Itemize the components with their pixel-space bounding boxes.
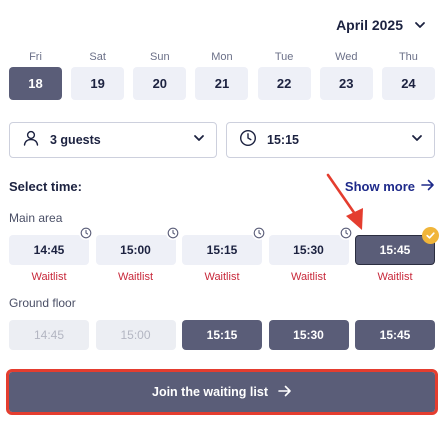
time-value: 15:15 [267, 133, 299, 147]
chevron-down-icon [410, 131, 424, 150]
slot-button-ground-1545[interactable]: 15:45 [355, 320, 435, 350]
day-button-22[interactable]: 22 [257, 67, 311, 100]
slot-time: 14:45 [33, 243, 65, 257]
booking-selectors: 3 guests 15:15 [9, 122, 435, 158]
chevron-down-icon [192, 131, 206, 150]
time-slot: 15:00 [95, 320, 176, 350]
slot-time: 15:00 [120, 243, 151, 257]
clock-icon [252, 226, 266, 240]
slot-button-main-1445[interactable]: 14:45 [9, 226, 93, 265]
time-slot: 15:15 Waitlist [182, 226, 266, 283]
slot-button-main-1515[interactable]: 15:15 [182, 226, 266, 265]
month-label: April 2025 [336, 17, 403, 33]
day-button-20[interactable]: 20 [133, 67, 187, 100]
day-name: Thu [398, 51, 418, 63]
select-time-title: Select time: [9, 179, 82, 194]
day-button-23[interactable]: 23 [319, 67, 373, 100]
ground-floor-label: Ground floor [9, 296, 76, 310]
waitlist-note: Waitlist [204, 271, 240, 283]
month-selector[interactable]: April 2025 [336, 17, 427, 33]
waitlist-note: Waitlist [377, 271, 413, 283]
time-slot: 14:45 [9, 320, 89, 350]
day-name: Sat [89, 51, 106, 63]
person-icon [22, 129, 40, 152]
time-slot: 15:15 [182, 320, 262, 350]
join-waiting-list-button[interactable]: Join the waiting list [6, 369, 438, 415]
day-column: Sun 20 [133, 50, 187, 100]
slot-time: 15:30 [293, 243, 324, 257]
time-slot: 15:00 Waitlist [95, 226, 180, 283]
day-name: Fri [29, 51, 42, 63]
day-name: Sun [150, 51, 170, 63]
day-picker: Fri 18 Sat 19 Sun 20 Mon 21 Tue 22 Wed 2… [9, 50, 435, 100]
slot-time: 15:15 [206, 243, 238, 257]
arrow-right-icon [421, 179, 435, 194]
guests-dropdown[interactable]: 3 guests [9, 122, 217, 158]
clock-icon [239, 129, 257, 152]
day-button-19[interactable]: 19 [71, 67, 125, 100]
day-column: Thu 24 [381, 50, 435, 100]
time-slot: 14:45 Waitlist [9, 226, 93, 283]
join-button-label: Join the waiting list [152, 385, 268, 399]
slot-button-main-1500[interactable]: 15:00 [95, 226, 180, 265]
time-slot: 15:30 Waitlist [268, 226, 353, 283]
day-name: Mon [211, 51, 233, 63]
time-dropdown[interactable]: 15:15 [226, 122, 435, 158]
day-column: Mon 21 [195, 50, 249, 100]
slot-button-ground-1530[interactable]: 15:30 [268, 320, 349, 350]
clock-icon [79, 226, 93, 240]
day-column: Tue 22 [257, 50, 311, 100]
waitlist-note: Waitlist [31, 271, 67, 283]
slot-button-ground-1445: 14:45 [9, 320, 89, 350]
guests-value: 3 guests [50, 133, 101, 147]
waitlist-note: Waitlist [117, 271, 154, 283]
day-name: Wed [335, 51, 358, 63]
time-slot: 15:30 [268, 320, 349, 350]
ground-floor-slots: 14:45 15:00 15:15 15:30 15:45 [9, 320, 435, 350]
day-name: Tue [274, 51, 294, 63]
slot-button-main-1530[interactable]: 15:30 [268, 226, 353, 265]
checkmark-icon [422, 227, 439, 244]
day-button-18[interactable]: 18 [9, 67, 62, 100]
time-slot: 15:45 Waitlist [355, 227, 439, 283]
day-column: Wed 23 [319, 50, 373, 100]
chevron-down-icon [413, 18, 427, 32]
waitlist-note: Waitlist [290, 271, 327, 283]
show-more-link[interactable]: Show more [345, 179, 435, 194]
main-area-slots: 14:45 Waitlist 15:00 Waitlist 15:15 Wait… [9, 226, 439, 283]
day-column: Fri 18 [9, 50, 62, 100]
day-button-24[interactable]: 24 [381, 67, 435, 100]
clock-icon [338, 226, 353, 240]
slot-button-main-1545[interactable]: 15:45 [355, 227, 439, 265]
show-more-label: Show more [344, 179, 415, 194]
slot-time: 15:45 [379, 243, 411, 257]
slot-button-ground-1515[interactable]: 15:15 [182, 320, 262, 350]
main-area-label: Main area [9, 211, 63, 225]
clock-icon [165, 226, 180, 240]
day-column: Sat 19 [71, 50, 125, 100]
arrow-right-icon [278, 385, 292, 400]
slot-button-ground-1500: 15:00 [95, 320, 176, 350]
select-time-header: Select time: Show more [9, 179, 435, 194]
time-slot: 15:45 [355, 320, 435, 350]
day-button-21[interactable]: 21 [195, 67, 249, 100]
